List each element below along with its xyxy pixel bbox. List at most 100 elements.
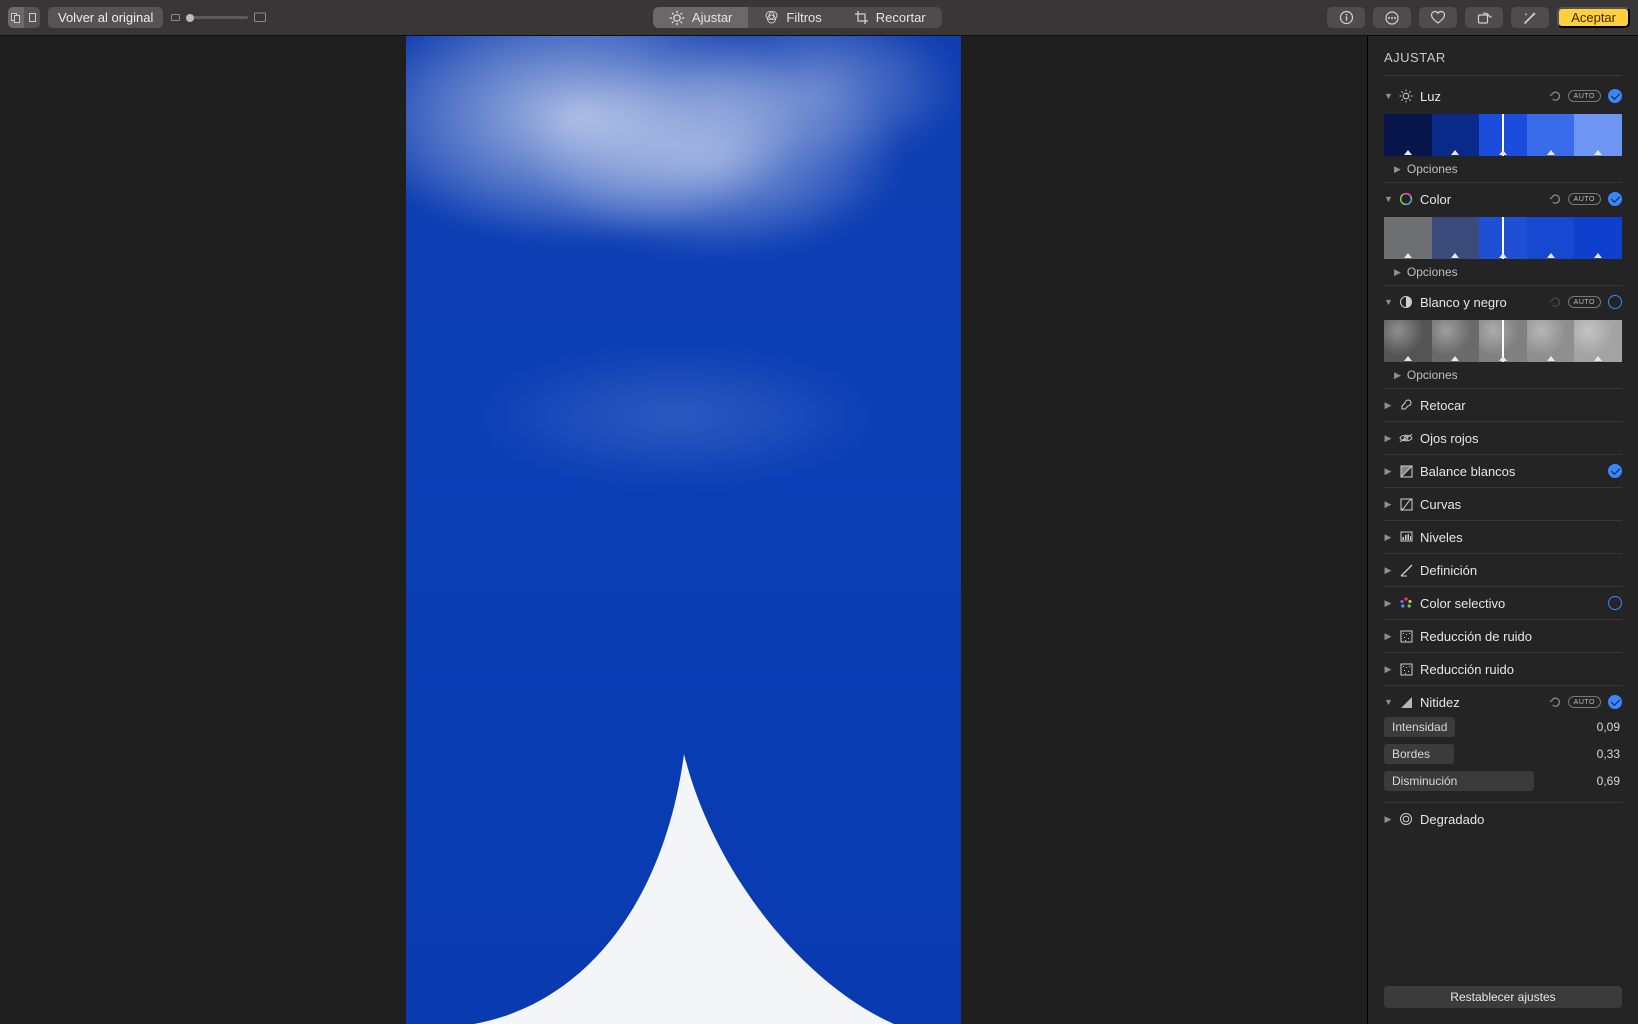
toggle-selcolor[interactable] bbox=[1608, 596, 1622, 610]
redeye-icon bbox=[1399, 431, 1413, 445]
auto-sharpen-button[interactable]: AUTO bbox=[1568, 696, 1601, 708]
canvas[interactable] bbox=[0, 36, 1368, 1024]
light-thumbs[interactable] bbox=[1384, 114, 1622, 156]
section-noise1: ▶ Reducción de ruido bbox=[1384, 620, 1622, 653]
section-vignette-label: Degradado bbox=[1420, 812, 1622, 827]
disclosure-right-icon[interactable]: ▶ bbox=[1384, 433, 1392, 444]
disclosure-right-icon[interactable]: ▶ bbox=[1384, 466, 1392, 477]
sharpen-falloff-value: 0,69 bbox=[1534, 774, 1622, 788]
section-levels: ▶ Niveles bbox=[1384, 521, 1622, 554]
filters-icon bbox=[764, 10, 779, 25]
enhance-button[interactable] bbox=[1511, 7, 1549, 28]
section-sharpen-label: Nitidez bbox=[1420, 695, 1542, 710]
sharpen-edges-label: Bordes bbox=[1384, 744, 1454, 764]
disclosure-right-icon[interactable]: ▶ bbox=[1384, 499, 1392, 510]
disclosure-down-icon[interactable]: ▼ bbox=[1384, 697, 1392, 707]
disclosure-right-icon[interactable]: ▶ bbox=[1384, 598, 1392, 609]
sharpen-intensity-value: 0,09 bbox=[1455, 720, 1622, 734]
reset-bw-button[interactable] bbox=[1549, 296, 1561, 308]
light-icon bbox=[1399, 89, 1413, 103]
disclosure-down-icon[interactable]: ▼ bbox=[1384, 91, 1392, 101]
disclosure-right-icon[interactable]: ▶ bbox=[1384, 532, 1392, 543]
disclosure-right-icon[interactable]: ▶ bbox=[1384, 631, 1392, 642]
main: AJUSTAR ▼ Luz AUTO ▶Opciones bbox=[0, 36, 1638, 1024]
vignette-icon bbox=[1399, 812, 1413, 826]
toolbar: Volver al original Ajustar Filtros Recor… bbox=[0, 0, 1638, 36]
tab-adjust-label: Ajustar bbox=[692, 10, 732, 25]
light-options[interactable]: ▶Opciones bbox=[1384, 158, 1622, 176]
toggle-color[interactable] bbox=[1608, 192, 1622, 206]
bw-icon bbox=[1399, 295, 1413, 309]
tab-filters[interactable]: Filtros bbox=[748, 7, 837, 28]
color-thumbs[interactable] bbox=[1384, 217, 1622, 259]
edit-tabs: Ajustar Filtros Recortar bbox=[653, 7, 942, 28]
disclosure-right-icon[interactable]: ▶ bbox=[1384, 814, 1392, 825]
disclosure-right-icon[interactable]: ▶ bbox=[1384, 664, 1392, 675]
adjust-icon bbox=[669, 10, 685, 26]
reset-color-button[interactable] bbox=[1549, 193, 1561, 205]
favorite-button[interactable] bbox=[1419, 7, 1457, 28]
compare-split-icon[interactable] bbox=[8, 7, 24, 28]
section-redeye-label: Ojos rojos bbox=[1420, 431, 1622, 446]
sidebar: AJUSTAR ▼ Luz AUTO ▶Opciones bbox=[1368, 36, 1638, 1024]
reset-sharpen-button[interactable] bbox=[1549, 696, 1561, 708]
view-mode-seg[interactable] bbox=[8, 7, 40, 28]
section-definition: ▶ Definición bbox=[1384, 554, 1622, 587]
section-noise1-label: Reducción de ruido bbox=[1420, 629, 1622, 644]
color-icon bbox=[1399, 192, 1413, 206]
bw-options[interactable]: ▶Opciones bbox=[1384, 364, 1622, 382]
section-wb: ▶ Balance blancos bbox=[1384, 455, 1622, 488]
more-button[interactable] bbox=[1373, 7, 1411, 28]
toggle-bw[interactable] bbox=[1608, 295, 1622, 309]
tab-crop[interactable]: Recortar bbox=[838, 7, 942, 28]
toggle-sharpen[interactable] bbox=[1608, 695, 1622, 709]
section-retouch-label: Retocar bbox=[1420, 398, 1622, 413]
sharpen-falloff-label: Disminución bbox=[1384, 771, 1534, 791]
disclosure-down-icon[interactable]: ▼ bbox=[1384, 194, 1392, 204]
disclosure-down-icon[interactable]: ▼ bbox=[1384, 297, 1392, 307]
section-curves: ▶ Curvas bbox=[1384, 488, 1622, 521]
color-options[interactable]: ▶Opciones bbox=[1384, 261, 1622, 279]
revert-button[interactable]: Volver al original bbox=[48, 7, 163, 28]
disclosure-right-icon[interactable]: ▶ bbox=[1384, 400, 1392, 411]
section-light: ▼ Luz AUTO ▶Opciones bbox=[1384, 80, 1622, 183]
noise2-icon bbox=[1399, 662, 1413, 676]
rotate-button[interactable] bbox=[1465, 7, 1503, 28]
levels-icon bbox=[1399, 530, 1413, 544]
auto-light-button[interactable]: AUTO bbox=[1568, 90, 1601, 102]
info-button[interactable] bbox=[1327, 7, 1365, 28]
wb-icon bbox=[1399, 464, 1413, 478]
sharpen-intensity-row[interactable]: Intensidad 0,09 bbox=[1384, 715, 1622, 739]
sharpen-icon bbox=[1399, 695, 1413, 709]
auto-bw-button[interactable]: AUTO bbox=[1568, 296, 1601, 308]
noise-icon bbox=[1399, 629, 1413, 643]
disclosure-right-icon[interactable]: ▶ bbox=[1384, 565, 1392, 576]
tab-filters-label: Filtros bbox=[786, 10, 821, 25]
sharpen-falloff-row[interactable]: Disminución 0,69 bbox=[1384, 769, 1622, 793]
selcolor-icon bbox=[1399, 596, 1413, 610]
toggle-light[interactable] bbox=[1608, 89, 1622, 103]
section-vignette: ▶ Degradado bbox=[1384, 803, 1622, 835]
section-color: ▼ Color AUTO ▶Opciones bbox=[1384, 183, 1622, 286]
photo-preview bbox=[406, 36, 961, 1024]
zoom-in-icon bbox=[254, 12, 267, 23]
section-wb-label: Balance blancos bbox=[1420, 464, 1601, 479]
zoom-slider[interactable] bbox=[188, 16, 248, 19]
compare-single-icon[interactable] bbox=[24, 7, 40, 28]
sharpen-intensity-label: Intensidad bbox=[1384, 717, 1455, 737]
section-redeye: ▶ Ojos rojos bbox=[1384, 422, 1622, 455]
reset-light-button[interactable] bbox=[1549, 90, 1561, 102]
sharpen-edges-row[interactable]: Bordes 0,33 bbox=[1384, 742, 1622, 766]
auto-color-button[interactable]: AUTO bbox=[1568, 193, 1601, 205]
reset-all-button[interactable]: Restablecer ajustes bbox=[1384, 986, 1622, 1008]
bw-thumbs[interactable] bbox=[1384, 320, 1622, 362]
section-bw-label: Blanco y negro bbox=[1420, 295, 1542, 310]
accept-button[interactable]: Aceptar bbox=[1557, 7, 1630, 28]
crop-icon bbox=[854, 10, 869, 25]
zoom-control[interactable] bbox=[171, 12, 267, 23]
section-curves-label: Curvas bbox=[1420, 497, 1622, 512]
toggle-wb[interactable] bbox=[1608, 464, 1622, 478]
section-color-label: Color bbox=[1420, 192, 1542, 207]
tab-adjust[interactable]: Ajustar bbox=[653, 7, 748, 28]
section-selcolor-label: Color selectivo bbox=[1420, 596, 1601, 611]
